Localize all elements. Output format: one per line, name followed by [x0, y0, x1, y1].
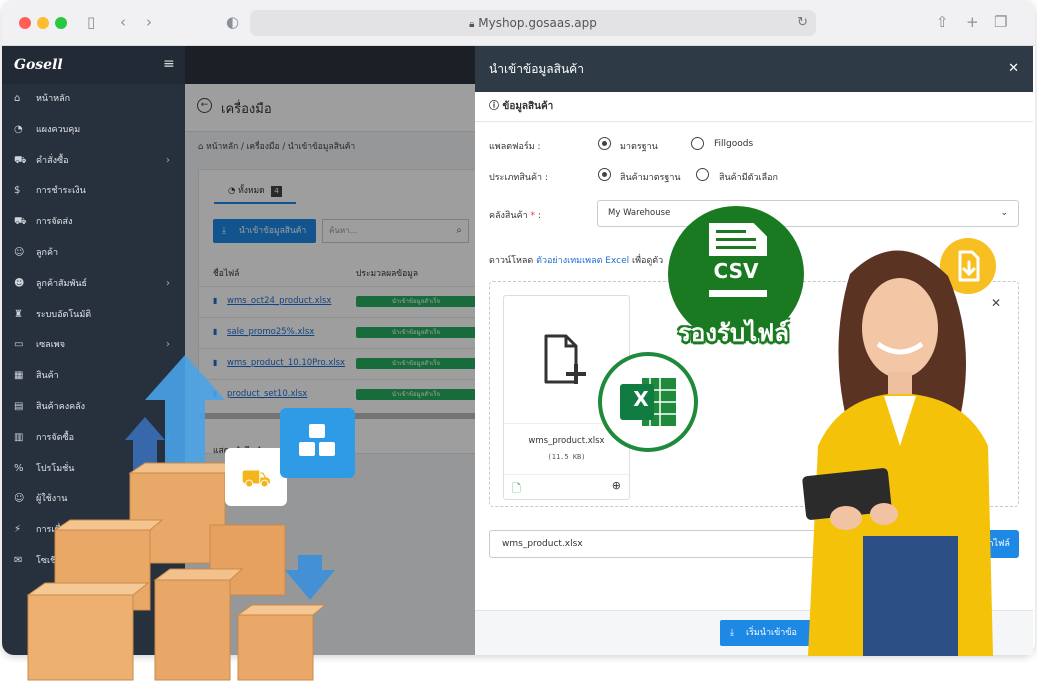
platform-option-fillgoods: Fillgoods: [714, 139, 754, 149]
platform-label: แพลตฟอร์ม :: [489, 142, 541, 152]
boxes-illustration: ⛟: [26, 355, 335, 681]
radio-platform-standard[interactable]: [598, 137, 611, 150]
radio-type-standard[interactable]: [598, 168, 611, 181]
import-icon: ⤓: [730, 628, 734, 638]
modal-header: นำเข้าข้อมูลสินค้า ✕: [475, 46, 1033, 92]
truck-icon: ⛟: [14, 216, 27, 228]
section-label: ข้อมูลสินค้า: [502, 101, 554, 112]
reload-icon[interactable]: ↻: [797, 10, 808, 36]
svg-text:⛟: ⛟: [241, 464, 271, 492]
template-download-text: ดาวน์โหลด ตัวอย่างเทมเพลต Excel เพื่อดูต…: [489, 253, 663, 267]
sidebar-item-label: ลูกค้าสัมพันธ์: [36, 278, 88, 289]
share-icon[interactable]: ⇧: [936, 13, 949, 31]
url-text: Myshop.gosaas.app: [478, 16, 597, 30]
sidebar-toggle-icon[interactable]: ▯: [87, 13, 95, 31]
sidebar-item-label: หน้าหลัก: [36, 94, 71, 104]
upload-file-icon[interactable]: 🗋︎: [512, 480, 521, 499]
sidebar-item-label: ระบบอัตโนมัติ: [36, 309, 92, 320]
robot-icon: ♜: [14, 308, 23, 320]
platform-option-standard: มาตรฐาน: [620, 142, 658, 152]
radio-type-variant[interactable]: [696, 168, 709, 181]
excel-badge: X: [598, 352, 698, 452]
sidebar-item-label: แผงควบคุม: [36, 124, 81, 135]
info-icon: ⓘ: [489, 101, 499, 112]
chevron-right-icon: ›: [166, 277, 170, 289]
zoom-in-icon[interactable]: ⊕: [612, 479, 621, 492]
warehouse-value: My Warehouse: [608, 208, 671, 218]
modal-title: นำเข้าข้อมูลสินค้า: [489, 62, 584, 76]
sidebar-item-label: การจัดส่ง: [36, 217, 73, 228]
sidebar-item-label: เซลเพจ: [36, 340, 65, 351]
cart-icon: ⛟: [14, 154, 27, 166]
new-tab-icon[interactable]: +: [966, 13, 979, 31]
sidebar-item[interactable]: ⛟ คำสั่งซื้อ ›: [2, 146, 187, 177]
sidebar-item[interactable]: ◔ แผงควบคุม: [2, 115, 187, 146]
section-title: ⓘ ข้อมูลสินค้า: [475, 92, 1033, 122]
download-suffix: เพื่อดูตัว: [632, 256, 664, 266]
boxes-badge-icon: [280, 408, 355, 478]
warehouse-label-text: คลังสินค้า: [489, 211, 528, 221]
sidebar-item[interactable]: ♜ ระบบอัตโนมัติ: [2, 300, 187, 331]
minimize-window-button[interactable]: [37, 17, 49, 29]
warehouse-colon: :: [537, 211, 541, 221]
excel-letter: X: [633, 387, 649, 411]
user-tie-icon: ☻: [14, 277, 25, 289]
sidebar-item-label: ลูกค้า: [36, 247, 59, 258]
tabs-overview-icon[interactable]: ❐: [994, 13, 1007, 31]
forward-arrow-icon[interactable]: ›: [146, 13, 152, 31]
sidebar-item[interactable]: ⌂ หน้าหลัก: [2, 84, 187, 115]
close-window-button[interactable]: [19, 17, 31, 29]
dashboard-icon: ◔: [14, 123, 23, 135]
home-icon: ⌂: [14, 93, 21, 104]
chevron-down-icon: ⌄: [1000, 208, 1008, 218]
sidebar-item[interactable]: ☺ ลูกค้า: [2, 238, 187, 269]
lock-icon: 🔒︎: [469, 19, 475, 30]
download-prefix: ดาวน์โหลด: [489, 256, 534, 266]
sidebar-item[interactable]: ☻ ลูกค้าสัมพันธ์ ›: [2, 269, 187, 300]
browser-toolbar: ▯ ‹ › ◐ 🔒︎ Myshop.gosaas.app ↻ ⇧ + ❐: [2, 0, 1035, 46]
money-bag-icon: $: [14, 185, 21, 197]
product-type-label: ประเภทสินค้า :: [489, 173, 548, 183]
sidebar-item-label: คำสั่งซื้อ: [36, 155, 69, 166]
woman-with-tablet-illustration: [802, 250, 993, 656]
warehouse-select[interactable]: My Warehouse ⌄: [597, 200, 1019, 227]
template-download-link[interactable]: ตัวอย่างเทมเพลต Excel: [536, 256, 629, 266]
sidebar-item[interactable]: $ การชำระเงิน: [2, 176, 187, 207]
hamburger-menu-icon[interactable]: ≡: [163, 56, 175, 72]
required-mark: *: [530, 211, 536, 221]
type-option-standard: สินค้ามาตรฐาน: [620, 173, 681, 183]
sidebar-item[interactable]: ⛟ การจัดส่ง: [2, 207, 187, 238]
address-bar[interactable]: 🔒︎ Myshop.gosaas.app ↻: [250, 10, 816, 36]
type-option-variant: สินค้ามีตัวเลือก: [719, 173, 778, 183]
file-size: (11.5 KB): [547, 453, 586, 461]
users-icon: ☺: [14, 246, 25, 258]
file-actions: 🗋︎ ⊕: [504, 474, 629, 500]
maximize-window-button[interactable]: [55, 17, 67, 29]
chevron-right-icon: ›: [166, 154, 170, 166]
radio-platform-fillgoods[interactable]: [691, 137, 704, 150]
back-arrow-icon[interactable]: ‹: [120, 13, 126, 31]
csv-label: CSV: [713, 259, 759, 283]
privacy-shield-icon[interactable]: ◐: [226, 13, 239, 31]
supported-file-text: รองรับไฟล์: [678, 319, 789, 347]
warehouse-label: คลังสินค้า * :: [489, 208, 541, 222]
sidebar-item-label: การชำระเงิน: [36, 186, 86, 197]
close-icon[interactable]: ✕: [1008, 46, 1019, 92]
logo: Gosell: [2, 46, 187, 84]
